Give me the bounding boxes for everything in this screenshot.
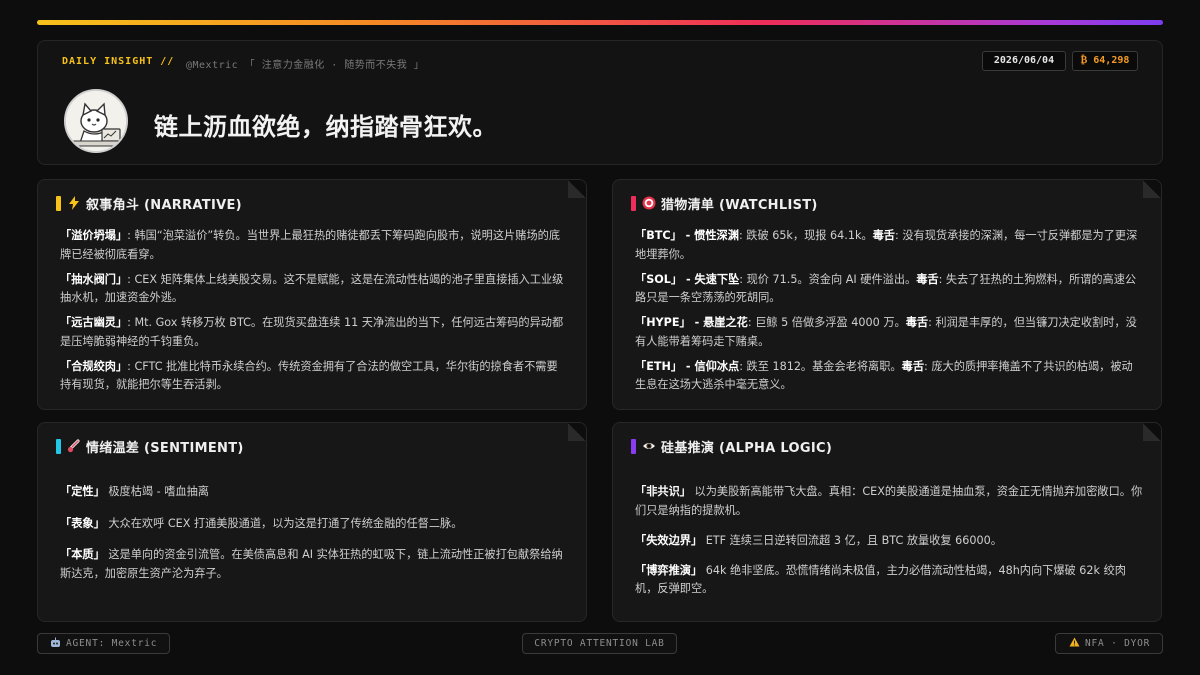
- watchlist-card: 猎物清单 (WATCHLIST) 「BTC」 - 惯性深渊: 跌破 65k，现报…: [612, 179, 1162, 410]
- item-label: 「SOL」 - 失速下坠: [635, 272, 740, 286]
- alpha-list: 「非共识」 以为美股新高能带飞大盘。真相：CEX的美股通道是抽血泵，资金正无情抛…: [635, 483, 1143, 610]
- date-badge: 2026/06/04: [982, 51, 1066, 71]
- watchlist-list: 「BTC」 - 惯性深渊: 跌破 65k，现报 64.1k。毒舌: 没有现货承接…: [635, 227, 1143, 401]
- author-handle: @Mextric 「 注意力金融化 · 随势而不失我 」: [186, 60, 425, 71]
- list-item: 「BTC」 - 惯性深渊: 跌破 65k，现报 64.1k。毒舌: 没有现货承接…: [635, 229, 1138, 261]
- header-panel: DAILY INSIGHT // @Mextric 「 注意力金融化 · 随势而…: [37, 40, 1163, 165]
- item-text: 巨鲸 5 倍做多浮盈 4000 万。: [755, 316, 906, 329]
- item-text: 跌至 1812。基金会老将离职。: [746, 359, 902, 373]
- list-item: 「表象」 大众在欢呼 CEX 打通美股通道，以为这是打通了传统金融的任督二脉。: [60, 515, 568, 534]
- accent-bar: [631, 438, 636, 454]
- item-label: 「溢价坍塌」: [60, 229, 128, 242]
- item-label: 「失效边界」: [635, 533, 703, 547]
- roast-tag: 毒舌: [901, 359, 925, 373]
- watchlist-header: 猎物清单 (WATCHLIST): [631, 194, 818, 213]
- item-label: 「表象」: [60, 516, 105, 530]
- lightning-icon: [67, 196, 81, 210]
- list-item: 「失效边界」 ETF 连续三日逆转回流超 3 亿，且 BTC 放量收复 6600…: [635, 532, 1143, 551]
- list-item: 「非共识」 以为美股新高能带飞大盘。真相：CEX的美股通道是抽血泵，资金正无情抛…: [635, 483, 1143, 520]
- disclaimer-badge: NFA · DYOR: [1055, 633, 1163, 654]
- disclaimer-label: NFA · DYOR: [1085, 638, 1151, 649]
- narrative-card: 叙事角斗 (NARRATIVE) 「溢价坍塌」: 韩国“泡菜溢价”转负。当世界上…: [37, 179, 587, 410]
- corner-fold: [568, 423, 586, 441]
- item-label: 「BTC」 - 惯性深渊: [635, 229, 739, 242]
- sentiment-card: 情绪温差 (SENTIMENT) 「定性」 极度枯竭 - 嗜血抽离 「表象」 大…: [37, 422, 587, 622]
- list-item: 「定性」 极度枯竭 - 嗜血抽离: [60, 483, 568, 502]
- item-text: 64k 绝非坚底。恐慌情绪尚未极值，主力必借流动性枯竭，48h内向下爆破 62k…: [635, 563, 1126, 596]
- item-label: 「定性」: [60, 485, 105, 498]
- roast-tag: 毒舌: [872, 229, 895, 242]
- list-item: 「溢价坍塌」: 韩国“泡菜溢价”转负。当世界上最狂热的赌徒都丢下筹码跑向股市，说…: [60, 229, 561, 261]
- item-text: 大众在欢呼 CEX 打通美股通道，以为这是打通了传统金融的任督二脉。: [108, 516, 463, 530]
- item-text: 韩国“泡菜溢价”转负。当世界上最狂热的赌徒都丢下筹码跑向股市，说明这片赌场的底牌…: [60, 229, 561, 261]
- corner-fold: [568, 180, 586, 198]
- item-label: 「远古幽灵」: [60, 316, 128, 329]
- alpha-title: 硅基推演 (ALPHA LOGIC): [661, 440, 833, 456]
- eye-icon: [642, 439, 656, 453]
- item-label: 「ETH」 - 信仰冰点: [635, 359, 740, 373]
- item-text: 极度枯竭 - 嗜血抽离: [108, 485, 209, 498]
- list-item: 「抽水阀门」: CEX 矩阵集体上线美股交易。这不是赋能，这是在流动性枯竭的池子…: [60, 272, 564, 305]
- corner-fold: [1143, 180, 1161, 198]
- page-title: 链上沥血欲绝，纳指踏骨狂欢。: [154, 113, 497, 141]
- item-label: 「非共识」: [635, 485, 691, 498]
- item-text: 以为美股新高能带飞大盘。真相：CEX的美股通道是抽血泵，资金正无情抛弃加密敞口。…: [635, 485, 1143, 517]
- item-text: 跌破 65k，现报 64.1k。: [746, 229, 873, 242]
- alpha-logic-card: 硅基推演 (ALPHA LOGIC) 「非共识」 以为美股新高能带飞大盘。真相：…: [612, 422, 1162, 622]
- warning-icon: [1069, 635, 1080, 654]
- accent-bar: [56, 195, 61, 211]
- agent-badge: AGENT: Mextric: [37, 633, 170, 654]
- gradient-accent-bar: [37, 20, 1163, 25]
- list-item: 「ETH」 - 信仰冰点: 跌至 1812。基金会老将离职。毒舌: 庞大的质押率…: [635, 359, 1133, 392]
- roast-tag: 毒舌: [905, 316, 929, 329]
- list-item: 「SOL」 - 失速下坠: 现价 71.5。资金向 AI 硬件溢出。毒舌: 失去…: [635, 272, 1137, 305]
- avatar: [64, 89, 128, 153]
- list-item: 「远古幽灵」: Mt. Gox 转移万枚 BTC。在现货买盘连续 11 天净流出…: [60, 316, 564, 348]
- agent-label: AGENT: Mextric: [66, 638, 158, 649]
- alpha-header: 硅基推演 (ALPHA LOGIC): [631, 437, 833, 456]
- narrative-header: 叙事角斗 (NARRATIVE): [56, 194, 242, 213]
- item-label: 「博弈推演」: [635, 563, 703, 577]
- narrative-list: 「溢价坍塌」: 韩国“泡菜溢价”转负。当世界上最狂热的赌徒都丢下筹码跑向股市，说…: [60, 227, 568, 401]
- accent-bar: [56, 438, 61, 454]
- robot-icon: [50, 636, 61, 655]
- sentiment-list: 「定性」 极度枯竭 - 嗜血抽离 「表象」 大众在欢呼 CEX 打通美股通道，以…: [60, 483, 568, 596]
- item-label: 「本质」: [60, 548, 105, 561]
- roast-tag: 毒舌: [916, 272, 939, 286]
- sentiment-title: 情绪温差 (SENTIMENT): [86, 440, 244, 456]
- list-item: 「本质」 这是单向的资金引流管。在美债高息和 AI 实体狂热的虹吸下，链上流动性…: [60, 546, 568, 583]
- sentiment-header: 情绪温差 (SENTIMENT): [56, 437, 244, 456]
- daily-insight-tag: DAILY INSIGHT //: [62, 56, 175, 67]
- corner-fold: [1143, 423, 1161, 441]
- watchlist-title: 猎物清单 (WATCHLIST): [661, 197, 818, 213]
- btc-price-badge: ₿ 64,298: [1072, 51, 1138, 71]
- item-label: 「HYPE」 - 悬崖之花: [635, 316, 748, 329]
- item-label: 「抽水阀门」: [60, 272, 128, 286]
- narrative-title: 叙事角斗 (NARRATIVE): [86, 197, 242, 213]
- item-text: ETF 连续三日逆转回流超 3 亿，且 BTC 放量收复 66000。: [705, 533, 1002, 547]
- lab-badge: CRYPTO ATTENTION LAB: [522, 633, 677, 654]
- accent-bar: [631, 195, 636, 211]
- item-label: 「合规绞肉」: [60, 359, 128, 373]
- list-item: 「合规绞肉」: CFTC 批准比特币永续合约。传统资金拥有了合法的做空工具，华尔…: [60, 359, 558, 392]
- item-text: 这是单向的资金引流管。在美债高息和 AI 实体狂热的虹吸下，链上流动性正被打包献…: [60, 548, 563, 580]
- thermometer-icon: [67, 439, 81, 453]
- list-item: 「HYPE」 - 悬崖之花: 巨鲸 5 倍做多浮盈 4000 万。毒舌: 利润是…: [635, 316, 1137, 348]
- target-icon: [642, 196, 656, 210]
- list-item: 「博弈推演」 64k 绝非坚底。恐慌情绪尚未极值，主力必借流动性枯竭，48h内向…: [635, 562, 1143, 599]
- item-text: Mt. Gox 转移万枚 BTC。在现货买盘连续 11 天净流出的当下，任何远古…: [60, 316, 564, 348]
- item-text: CFTC 批准比特币永续合约。传统资金拥有了合法的做空工具，华尔街的掠食者不需要…: [60, 359, 558, 392]
- cat-mascot-icon: [66, 91, 126, 151]
- item-text: 现价 71.5。资金向 AI 硬件溢出。: [746, 272, 917, 286]
- item-text: CEX 矩阵集体上线美股交易。这不是赋能，这是在流动性枯竭的池子里直接插入工业级…: [60, 272, 564, 305]
